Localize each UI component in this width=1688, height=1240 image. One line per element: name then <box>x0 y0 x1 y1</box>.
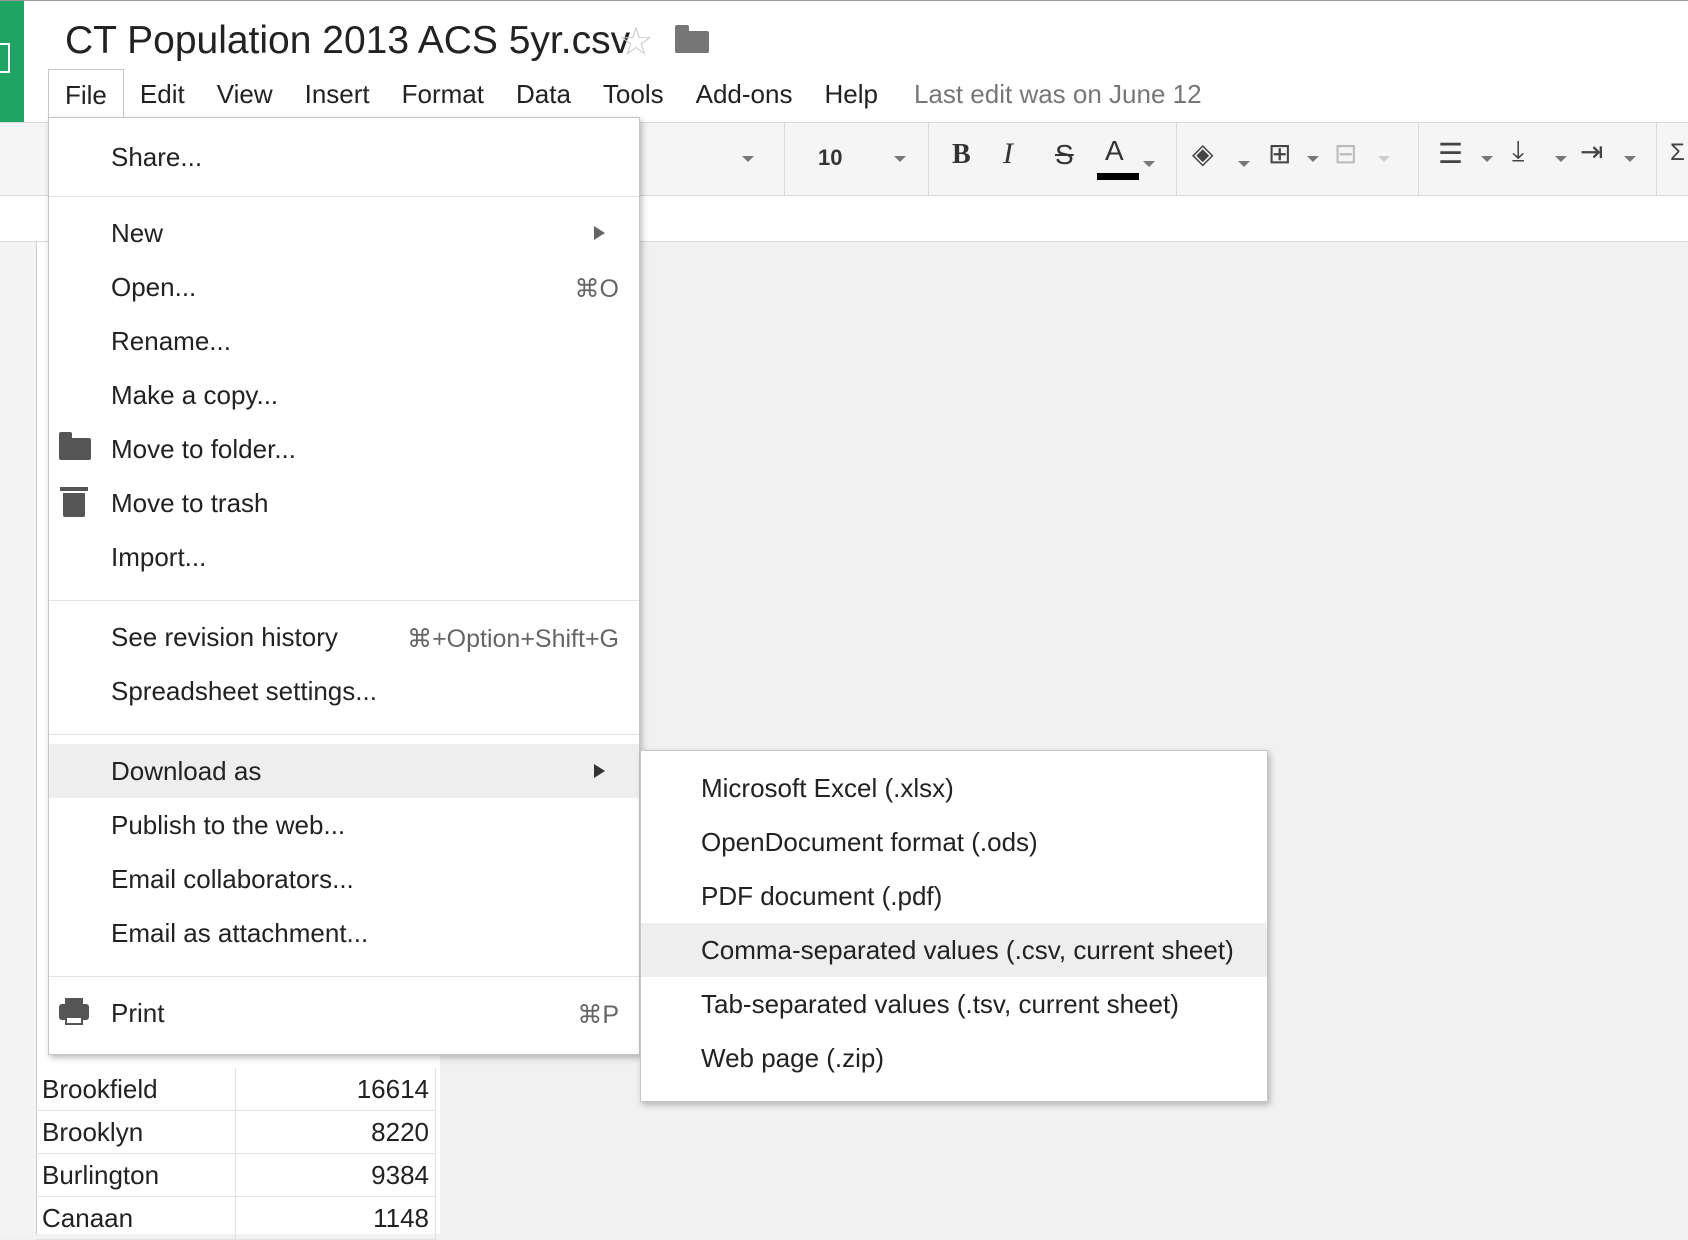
menu-divider <box>49 600 639 601</box>
menu-item-open[interactable]: Open... ⌘O <box>49 260 639 314</box>
cell-population[interactable]: 9384 <box>236 1154 436 1196</box>
top-bar: CT Population 2013 ACS 5yr.csv ☆ File Ed… <box>0 0 1688 123</box>
table-row: Burlington 9384 <box>36 1154 436 1197</box>
merge-cells-icon[interactable]: ⊟ <box>1334 137 1357 170</box>
fill-color-icon[interactable]: ◈ <box>1192 137 1214 170</box>
chevron-down-icon[interactable] <box>1238 161 1250 167</box>
chevron-down-icon[interactable] <box>1307 156 1319 162</box>
cell-town[interactable]: Brookfield <box>36 1068 236 1110</box>
download-csv-item[interactable]: Comma-separated values (.csv, current sh… <box>641 923 1267 977</box>
menu-item-rename[interactable]: Rename... <box>49 314 639 368</box>
italic-button[interactable]: I <box>1003 137 1013 171</box>
menu-item-publish[interactable]: Publish to the web... <box>49 798 639 852</box>
font-size-select[interactable]: 10 <box>818 145 842 171</box>
text-color-button[interactable]: A <box>1105 135 1124 167</box>
chevron-down-icon[interactable] <box>1555 156 1567 162</box>
cell-town[interactable]: Burlington <box>36 1154 236 1196</box>
chevron-down-icon[interactable] <box>742 156 754 162</box>
menu-item-revision-history[interactable]: See revision history ⌘+Option+Shift+G <box>49 610 639 664</box>
menu-divider <box>49 734 639 735</box>
bold-button[interactable]: B <box>952 139 971 171</box>
menu-edit[interactable]: Edit <box>124 69 201 119</box>
star-icon[interactable]: ☆ <box>618 19 654 65</box>
submenu-arrow-icon <box>594 764 605 778</box>
download-xlsx-item[interactable]: Microsoft Excel (.xlsx) <box>641 761 1267 815</box>
menu-item-move-to-trash[interactable]: Move to trash <box>49 476 639 530</box>
menu-tools[interactable]: Tools <box>587 69 680 119</box>
folder-icon[interactable] <box>675 25 709 53</box>
text-wrap-icon[interactable]: ⇥ <box>1580 135 1603 168</box>
download-as-submenu: Microsoft Excel (.xlsx) OpenDocument for… <box>640 750 1268 1102</box>
menu-item-move-to-folder[interactable]: Move to folder... <box>49 422 639 476</box>
cell-town[interactable]: Brooklyn <box>36 1111 236 1153</box>
cell-population[interactable]: 1148 <box>236 1197 436 1239</box>
text-color-swatch <box>1097 173 1139 180</box>
chevron-down-icon[interactable] <box>1481 156 1493 162</box>
menu-insert[interactable]: Insert <box>289 69 386 119</box>
row-headers <box>0 242 37 1234</box>
menu-format[interactable]: Format <box>386 69 500 119</box>
menu-item-share[interactable]: Share... <box>49 130 639 184</box>
print-icon <box>59 998 89 1025</box>
menu-item-download-as[interactable]: Download as <box>49 744 639 798</box>
table-row: Brooklyn 8220 <box>36 1111 436 1154</box>
chevron-down-icon[interactable] <box>1624 156 1636 162</box>
menu-file[interactable]: File <box>48 69 124 119</box>
menu-item-import[interactable]: Import... <box>49 530 639 584</box>
last-edit-status[interactable]: Last edit was on June 12 <box>914 79 1202 110</box>
cell-population[interactable]: 16614 <box>236 1068 436 1110</box>
document-title[interactable]: CT Population 2013 ACS 5yr.csv <box>65 19 630 63</box>
chevron-down-icon[interactable] <box>1143 161 1155 167</box>
vertical-align-bottom-icon[interactable]: ⤓ <box>1512 135 1524 168</box>
borders-icon[interactable]: ⊞ <box>1268 137 1291 170</box>
menu-divider <box>49 976 639 977</box>
download-tsv-item[interactable]: Tab-separated values (.tsv, current shee… <box>641 977 1267 1031</box>
align-left-icon[interactable]: ☰ <box>1438 137 1463 170</box>
submenu-arrow-icon <box>594 226 605 240</box>
chevron-down-icon[interactable] <box>1378 156 1390 162</box>
cell-population[interactable]: 8220 <box>236 1111 436 1153</box>
menu-item-spreadsheet-settings[interactable]: Spreadsheet settings... <box>49 664 639 718</box>
menu-item-email-attachment[interactable]: Email as attachment... <box>49 906 639 960</box>
menu-view[interactable]: View <box>201 69 289 119</box>
download-pdf-item[interactable]: PDF document (.pdf) <box>641 869 1267 923</box>
trash-icon <box>60 487 88 517</box>
menu-item-make-copy[interactable]: Make a copy... <box>49 368 639 422</box>
menu-data[interactable]: Data <box>500 69 587 119</box>
table-row: Brookfield 16614 <box>36 1068 436 1111</box>
functions-icon[interactable]: Σ <box>1670 139 1685 167</box>
menu-item-email-collaborators[interactable]: Email collaborators... <box>49 852 639 906</box>
menu-item-print[interactable]: Print ⌘P <box>49 986 639 1040</box>
cell-town[interactable]: Canaan <box>36 1197 236 1239</box>
chevron-down-icon[interactable] <box>894 156 906 162</box>
visible-cells: Brookfield 16614 Brooklyn 8220 Burlingto… <box>36 1068 436 1240</box>
download-zip-item[interactable]: Web page (.zip) <box>641 1031 1267 1085</box>
file-menu: Share... New Open... ⌘O Rename... Make a… <box>48 117 640 1055</box>
folder-icon <box>59 432 91 460</box>
menu-divider <box>49 196 639 197</box>
sheets-logo-icon[interactable] <box>0 1 24 123</box>
download-ods-item[interactable]: OpenDocument format (.ods) <box>641 815 1267 869</box>
strikethrough-button[interactable]: S <box>1055 139 1074 171</box>
menu-help[interactable]: Help <box>808 69 893 119</box>
menu-add-ons[interactable]: Add-ons <box>680 69 809 119</box>
menu-item-new[interactable]: New <box>49 206 639 260</box>
menu-bar: File Edit View Insert Format Data Tools … <box>48 69 1202 119</box>
